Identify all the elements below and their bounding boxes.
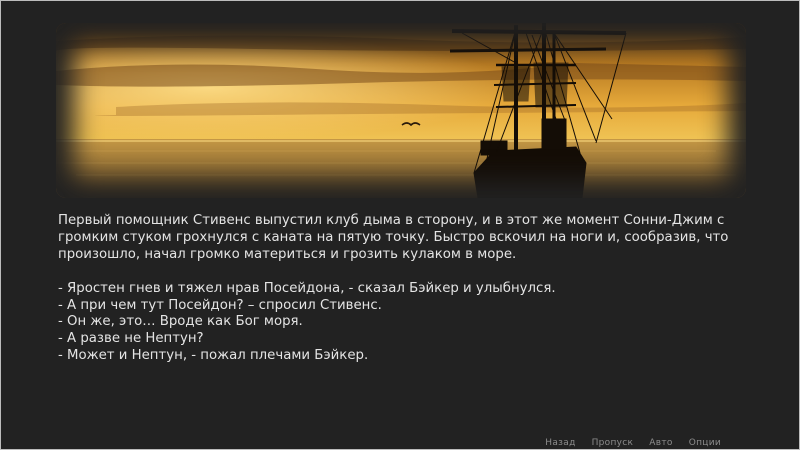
auto-button[interactable]: Авто bbox=[641, 438, 680, 448]
narration-line: громким стуком грохнулся с каната на пят… bbox=[58, 229, 729, 245]
dialogue-line: - Яростен гнев и тяжел нрав Посейдона, -… bbox=[58, 280, 556, 296]
dialogue-line: - Он же, это… Вроде как Бог моря. bbox=[58, 314, 303, 330]
skip-button[interactable]: Пропуск bbox=[584, 438, 642, 448]
quick-menu: Назад Пропуск Авто Опции bbox=[537, 438, 729, 448]
back-button[interactable]: Назад bbox=[537, 438, 583, 448]
sunset-ship-illustration bbox=[56, 23, 746, 198]
dialogue-lines: - Яростен гнев и тяжел нрав Посейдона, -… bbox=[58, 281, 758, 366]
scene-image bbox=[56, 23, 746, 198]
narration-line: произошло, начал громко материться и гро… bbox=[58, 246, 517, 262]
options-button[interactable]: Опции bbox=[681, 438, 729, 448]
dialogue-box[interactable]: Первый помощник Стивенс выпустил клуб ды… bbox=[58, 213, 758, 382]
narration-line: Первый помощник Стивенс выпустил клуб ды… bbox=[58, 213, 725, 228]
dialogue-line: - Может и Нептун, - пожал плечами Бэйкер… bbox=[58, 348, 369, 364]
narration-paragraph: Первый помощник Стивенс выпустил клуб ды… bbox=[58, 213, 758, 264]
dialogue-line: - А при чем тут Посейдон? – спросил Стив… bbox=[58, 297, 382, 313]
game-screen[interactable]: Первый помощник Стивенс выпустил клуб ды… bbox=[0, 0, 800, 450]
dialogue-line: - А разве не Нептун? bbox=[58, 331, 204, 347]
